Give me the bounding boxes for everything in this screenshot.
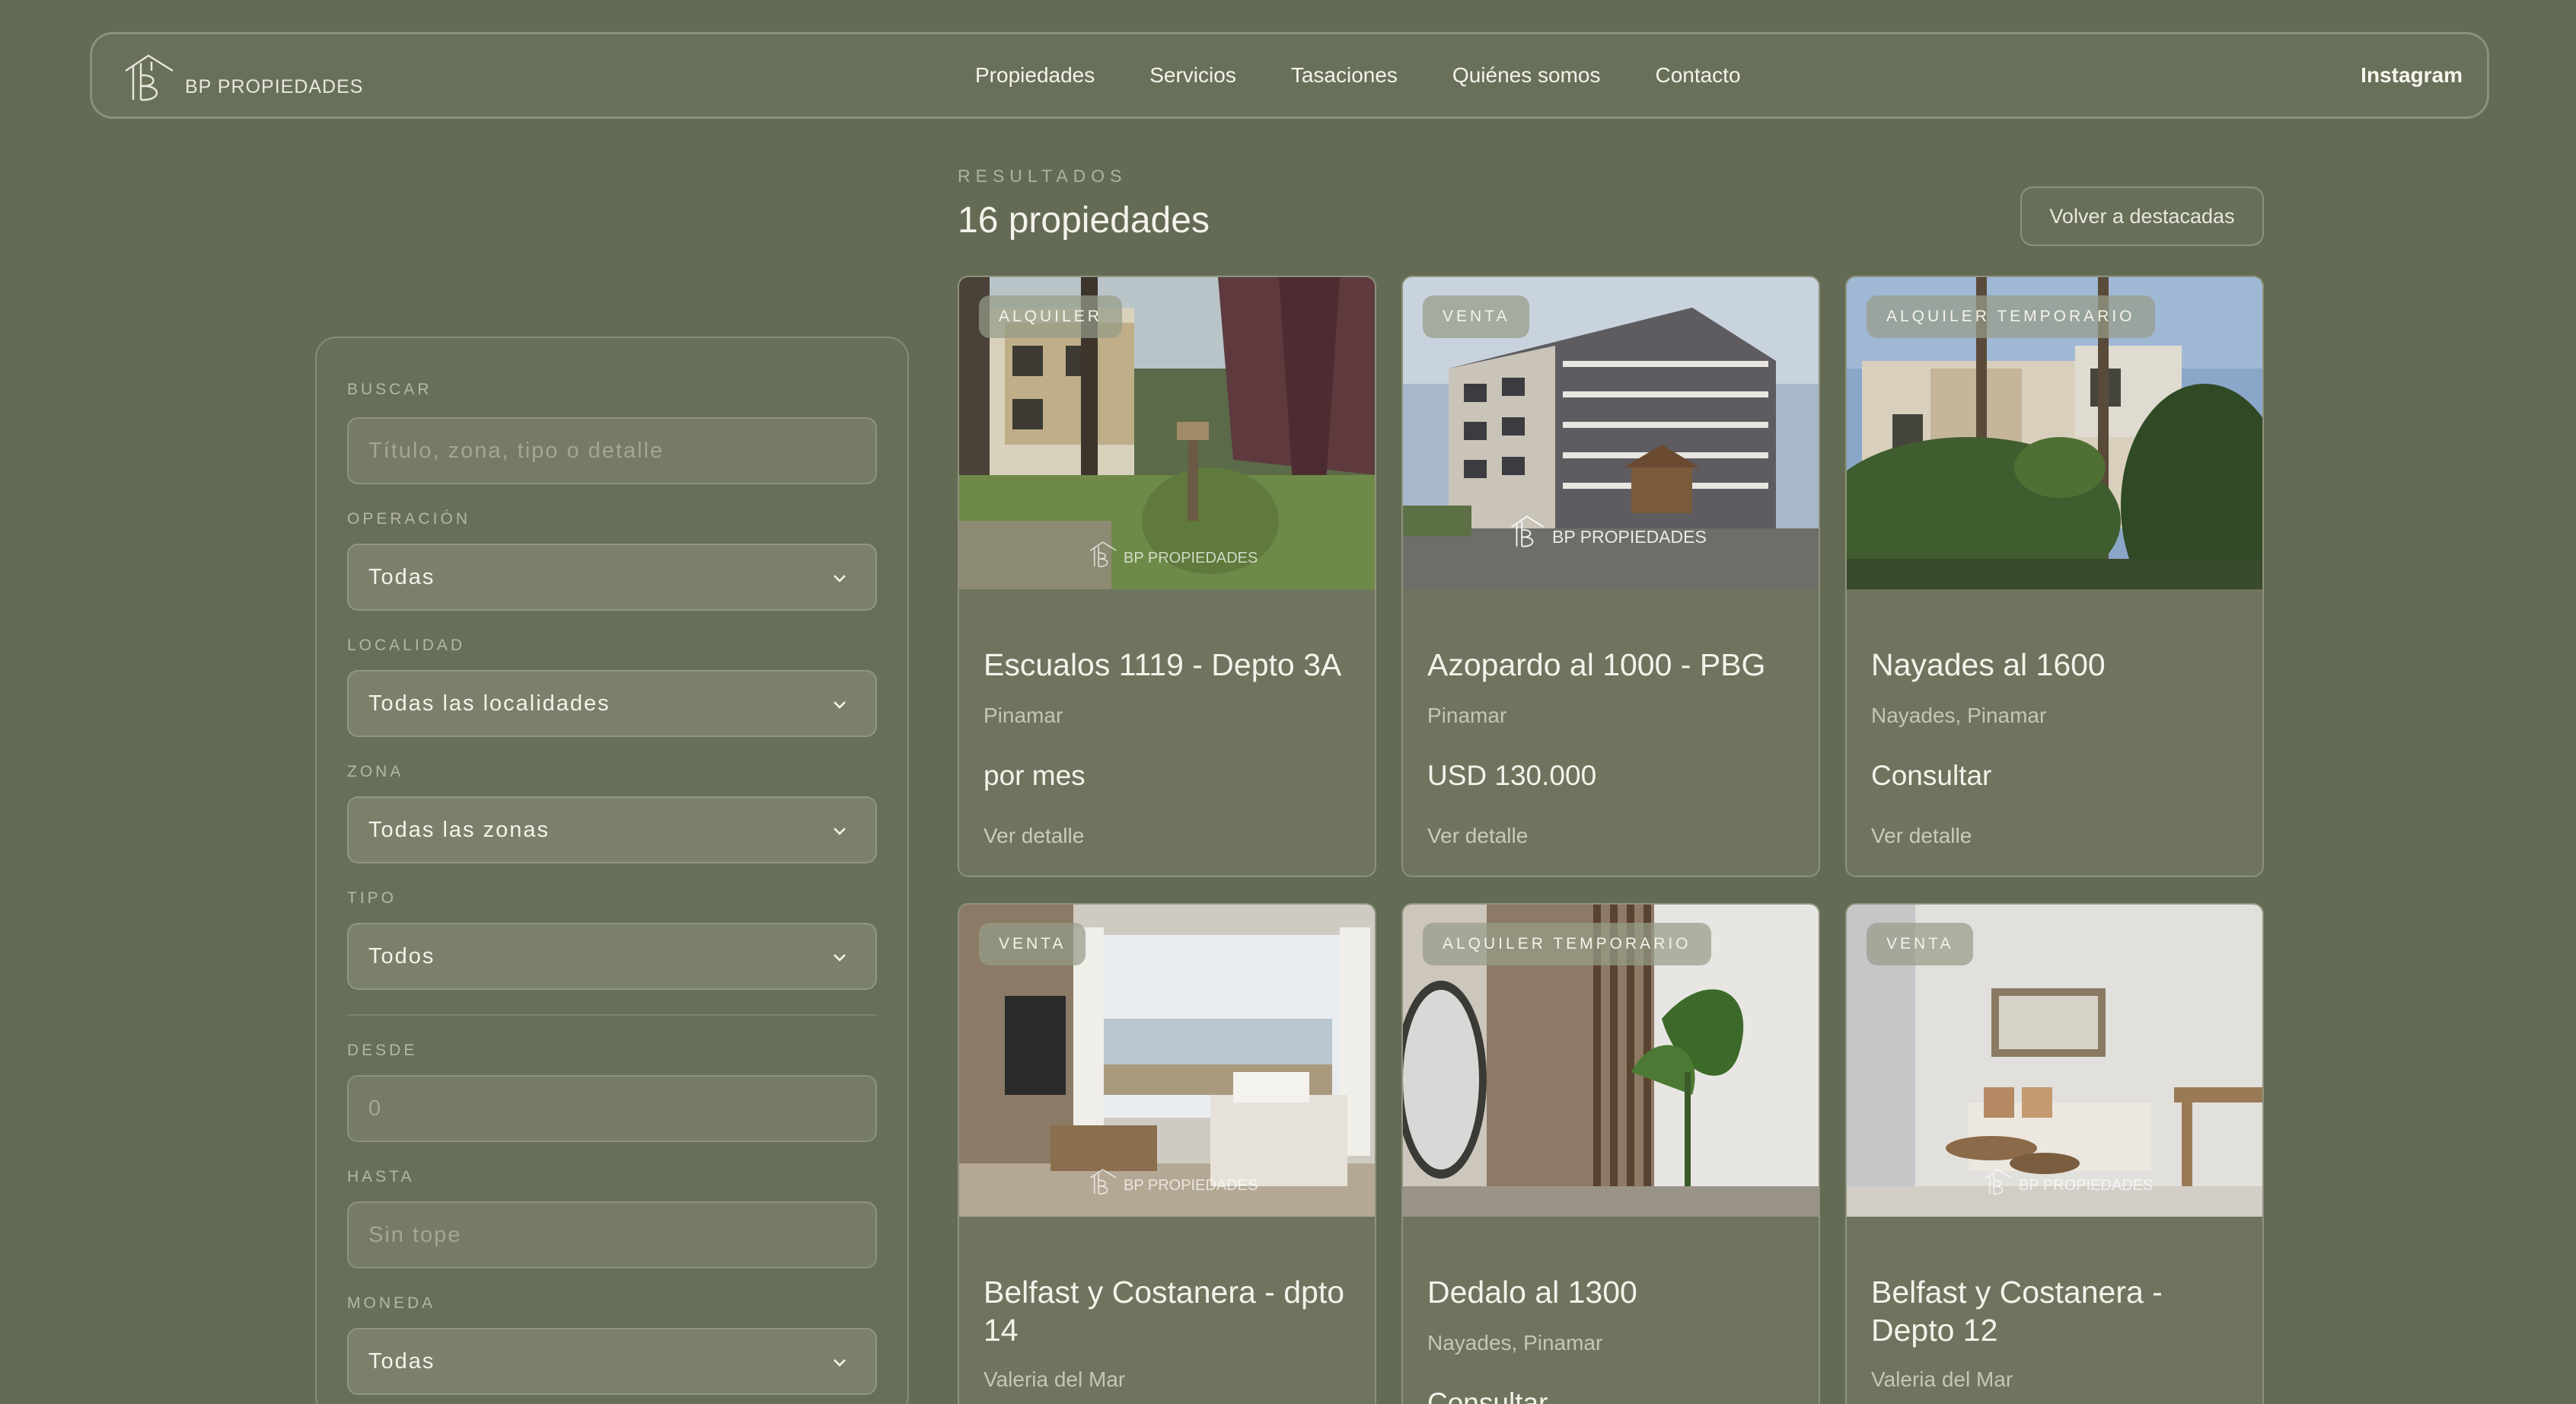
chevron-down-icon <box>834 954 846 962</box>
property-title[interactable]: Dedalo al 1300 <box>1427 1273 1800 1311</box>
watermark-text: BP PROPIEDADES <box>2019 1177 2154 1194</box>
property-title[interactable]: Nayades al 1600 <box>1871 646 2244 684</box>
filter-panel: BUSCAR Título, zona, tipo o detalle OPER… <box>315 337 909 1404</box>
property-title[interactable]: Belfast y Costanera - dpto 14 <box>984 1273 1357 1349</box>
property-location: Pinamar <box>984 704 1063 727</box>
brand-logo[interactable]: BP PROPIEDADES <box>123 53 363 103</box>
results-count: 16 propiedades <box>958 200 1210 241</box>
watermark: BP PROPIEDADES <box>1510 513 1707 550</box>
house-logo-icon <box>1985 1169 2012 1195</box>
property-location: Valeria del Mar <box>1871 1367 2013 1391</box>
zone-value: Todas las zonas <box>368 817 550 842</box>
watermark-text: BP PROPIEDADES <box>1124 1177 1258 1194</box>
property-photo[interactable]: ALQUILER TEMPORARIO <box>1403 905 1819 1217</box>
operation-label: OPERACIÓN <box>347 510 471 528</box>
house-logo-icon <box>1511 515 1545 547</box>
property-card[interactable]: VENTA BP PROPIEDADES Belfast y Costanera… <box>1845 903 2264 1404</box>
currency-label: MONEDA <box>347 1294 436 1312</box>
property-title[interactable]: Escualos 1119 - Depto 3A <box>984 646 1357 684</box>
property-card[interactable]: VENTA BP PROPIEDADES Belfast y Costanera… <box>958 903 1376 1404</box>
operation-badge: ALQUILER TEMPORARIO <box>1423 923 1711 965</box>
property-price: USD 130.000 <box>1427 760 1597 791</box>
property-card[interactable]: ALQUILER BP PROPIEDADES Escualos 1119 - … <box>958 276 1376 877</box>
property-card[interactable]: VENTA BP PROPIEDADES Azopardo al 1000 - … <box>1401 276 1820 877</box>
type-value: Todos <box>368 943 435 968</box>
price-to-input[interactable]: Sin tope <box>347 1201 877 1268</box>
chevron-down-icon <box>834 1359 846 1367</box>
property-location: Nayades, Pinamar <box>1871 704 2047 727</box>
locality-select[interactable]: Todas las localidades <box>347 670 877 737</box>
nav-propiedades[interactable]: Propiedades <box>975 63 1095 88</box>
property-card[interactable]: ALQUILER TEMPORARIO Nayades al 1600 Naya… <box>1845 276 2264 877</box>
currency-value: Todas <box>368 1348 435 1374</box>
watermark-text: BP PROPIEDADES <box>1124 550 1258 566</box>
search-input[interactable]: Título, zona, tipo o detalle <box>347 417 877 484</box>
property-location: Valeria del Mar <box>984 1367 1126 1391</box>
price-from-label: DESDE <box>347 1042 418 1059</box>
chevron-down-icon <box>834 701 846 709</box>
watermark: BP PROPIEDADES <box>1984 1166 2153 1197</box>
property-price: por mes <box>984 760 1086 791</box>
operation-badge: VENTA <box>1423 295 1530 338</box>
currency-select[interactable]: Todas <box>347 1328 877 1395</box>
watermark-text: BP PROPIEDADES <box>1552 527 1707 547</box>
operation-value: Todas <box>368 564 435 589</box>
locality-value: Todas las localidades <box>368 691 611 716</box>
property-photo[interactable]: VENTA BP PROPIEDADES <box>1847 905 2262 1217</box>
nav-contacto[interactable]: Contacto <box>1655 63 1740 88</box>
top-navbar: BP PROPIEDADES Propiedades Servicios Tas… <box>90 32 2489 119</box>
type-label: TIPO <box>347 889 397 907</box>
main-nav: Propiedades Servicios Tasaciones Quiénes… <box>975 34 1741 116</box>
locality-label: LOCALIDAD <box>347 637 466 654</box>
house-logo-icon <box>1089 1169 1117 1195</box>
property-photo[interactable]: VENTA BP PROPIEDADES <box>1403 277 1819 589</box>
zone-label: ZONA <box>347 763 404 780</box>
house-logo-icon <box>125 54 174 101</box>
view-detail-link[interactable]: Ver detalle <box>984 824 1084 848</box>
operation-badge: VENTA <box>979 923 1086 965</box>
property-price: Consultar <box>1871 760 1992 791</box>
operation-badge: ALQUILER <box>979 295 1122 338</box>
nav-tasaciones[interactable]: Tasaciones <box>1291 63 1398 88</box>
operation-badge: ALQUILER TEMPORARIO <box>1867 295 2155 338</box>
house-logo-icon <box>1089 541 1117 567</box>
operation-select[interactable]: Todas <box>347 544 877 611</box>
results-label: RESULTADOS <box>958 166 1127 186</box>
nav-quienes-somos[interactable]: Quiénes somos <box>1452 63 1601 88</box>
property-photo[interactable]: ALQUILER BP PROPIEDADES <box>959 277 1375 589</box>
price-from-input[interactable]: 0 <box>347 1075 877 1142</box>
property-photo[interactable]: ALQUILER TEMPORARIO <box>1847 277 2262 589</box>
watermark: BP PROPIEDADES <box>1089 1166 1258 1197</box>
view-detail-link[interactable]: Ver detalle <box>1871 824 1972 848</box>
view-detail-link[interactable]: Ver detalle <box>1427 824 1528 848</box>
nav-servicios[interactable]: Servicios <box>1149 63 1236 88</box>
property-location: Pinamar <box>1427 704 1507 727</box>
property-location: Nayades, Pinamar <box>1427 1331 1603 1355</box>
property-price: Consultar <box>1427 1387 1548 1404</box>
property-photo[interactable]: VENTA BP PROPIEDADES <box>959 905 1375 1217</box>
chevron-down-icon <box>834 575 846 582</box>
watermark: BP PROPIEDADES <box>1089 539 1258 570</box>
instagram-link[interactable]: Instagram <box>2361 34 2463 116</box>
operation-badge: VENTA <box>1867 923 1974 965</box>
brand-name: BP PROPIEDADES <box>185 76 364 97</box>
chevron-down-icon <box>834 828 846 835</box>
filter-divider <box>347 1014 877 1016</box>
property-title[interactable]: Belfast y Costanera - Depto 12 <box>1871 1273 2244 1349</box>
back-to-featured-button[interactable]: Volver a destacadas <box>2020 187 2264 246</box>
zone-select[interactable]: Todas las zonas <box>347 796 877 863</box>
price-to-label: HASTA <box>347 1168 415 1185</box>
property-title[interactable]: Azopardo al 1000 - PBG <box>1427 646 1800 684</box>
search-label: BUSCAR <box>347 381 432 398</box>
property-card[interactable]: ALQUILER TEMPORARIO Dedalo al 1300 Nayad… <box>1401 903 1820 1404</box>
type-select[interactable]: Todos <box>347 923 877 990</box>
